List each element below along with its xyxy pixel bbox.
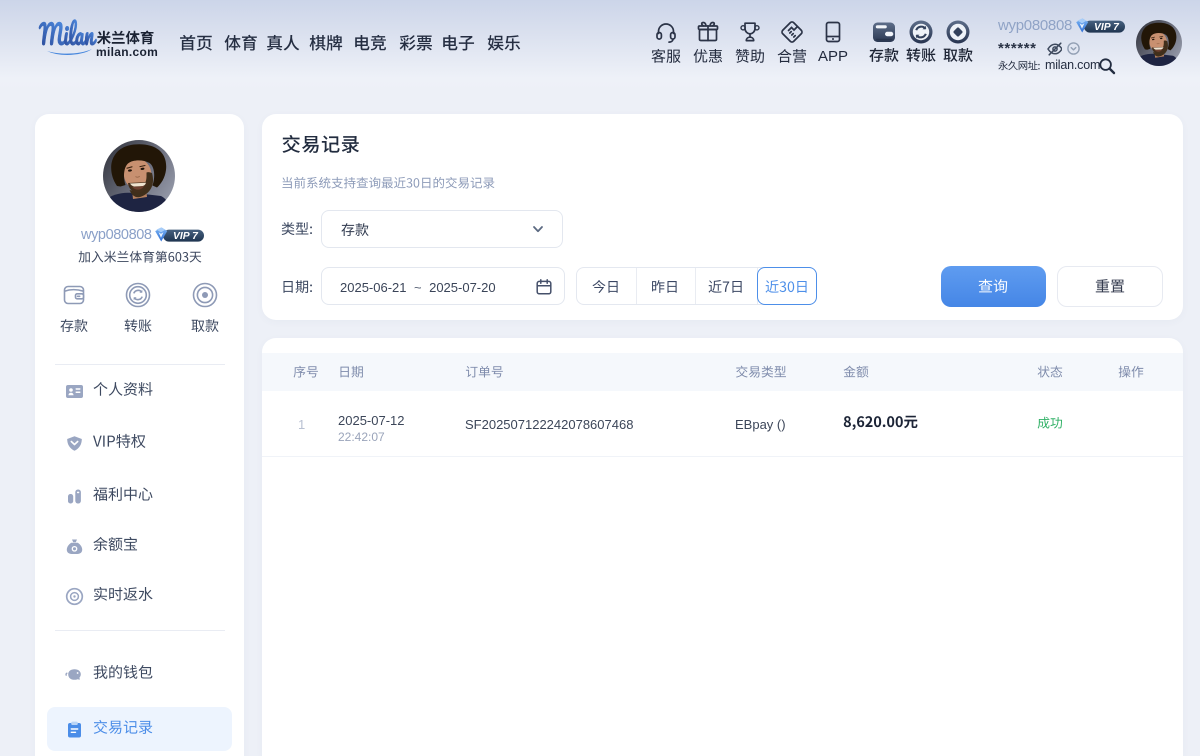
svg-text:VIP 7: VIP 7 <box>1094 22 1120 33</box>
svg-text:VIP 7: VIP 7 <box>173 231 199 242</box>
